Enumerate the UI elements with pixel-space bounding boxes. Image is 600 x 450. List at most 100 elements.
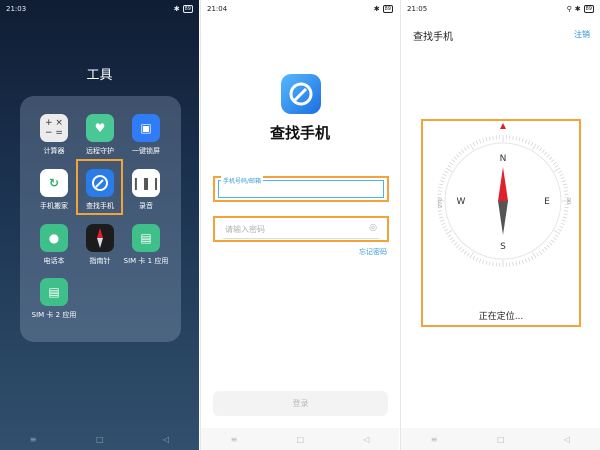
compass-tick bbox=[561, 219, 566, 222]
compass-tick bbox=[437, 210, 442, 212]
compass-tick bbox=[564, 210, 569, 212]
app-calculator[interactable]: + × − = 计算器 bbox=[31, 114, 77, 156]
compass-tick bbox=[453, 156, 458, 160]
needle-south bbox=[498, 201, 508, 235]
compass-w: W bbox=[457, 197, 466, 207]
app-recorder[interactable]: ❘❙❚❙❘ 录音 bbox=[121, 169, 171, 211]
nav-bar: ≡ □ ◁ bbox=[0, 428, 199, 450]
compass-tick bbox=[439, 183, 444, 186]
compass-tick bbox=[438, 213, 443, 216]
home-nav-icon[interactable]: □ bbox=[296, 435, 304, 444]
compass-n: N bbox=[500, 154, 507, 164]
app-sim2[interactable]: ▤ SIM 卡 2 应用 bbox=[31, 278, 77, 320]
compass-tick bbox=[559, 225, 564, 229]
compass-tick bbox=[447, 234, 452, 238]
location-icon: ⚲ bbox=[566, 5, 572, 13]
compass-tick bbox=[440, 180, 445, 183]
compass-tick bbox=[518, 260, 521, 265]
compass-degree-270: 270 bbox=[438, 198, 444, 208]
screen-locating: 21:05 ⚲ ✱ 89 查找手机 注销 N S E W 270 90 正在定位… bbox=[400, 0, 600, 450]
locating-status: 正在定位... bbox=[478, 312, 524, 322]
compass-tick bbox=[530, 142, 534, 146]
compass-tick bbox=[558, 228, 562, 232]
compass-tick bbox=[451, 159, 456, 163]
app-compass[interactable]: 指南针 bbox=[77, 224, 123, 266]
menu-nav-icon[interactable]: ≡ bbox=[30, 435, 37, 444]
compass-tick bbox=[521, 259, 524, 264]
home-nav-icon[interactable]: □ bbox=[497, 435, 505, 444]
back-nav-icon[interactable]: ◁ bbox=[363, 435, 369, 444]
compass-tick bbox=[527, 257, 531, 262]
app-phone-clone[interactable]: ↻ 手机搬家 bbox=[31, 169, 77, 211]
bluetooth-icon: ✱ bbox=[574, 5, 581, 13]
logout-button[interactable]: 注销 bbox=[574, 29, 590, 40]
app-lock-screen[interactable]: ▣ 一键锁屏 bbox=[123, 114, 169, 156]
compass-tick bbox=[560, 222, 565, 225]
compass-tick bbox=[532, 251, 537, 259]
compass-app-icon bbox=[86, 224, 114, 252]
compass-tick bbox=[463, 147, 467, 152]
menu-nav-icon[interactable]: ≡ bbox=[431, 435, 438, 444]
compass-tick bbox=[442, 225, 447, 229]
compass-tick bbox=[492, 262, 494, 267]
highlight-find-phone bbox=[76, 159, 123, 215]
compass-tick bbox=[458, 151, 462, 156]
compass-tick bbox=[461, 248, 465, 253]
compass-tick bbox=[479, 139, 482, 144]
compass-tick bbox=[527, 140, 531, 145]
app-contacts[interactable]: ● 电话本 bbox=[31, 224, 77, 266]
compass-tick bbox=[563, 186, 568, 189]
back-nav-icon[interactable]: ◁ bbox=[163, 435, 169, 444]
compass-e: E bbox=[544, 197, 550, 207]
compass-tick bbox=[530, 256, 534, 260]
password-field[interactable]: 请输入密码 ◎ bbox=[213, 216, 389, 242]
compass-tick bbox=[512, 135, 514, 140]
compass-tick bbox=[456, 154, 460, 158]
status-time: 21:05 bbox=[407, 5, 428, 13]
compass-tick bbox=[561, 180, 566, 183]
compass-tick bbox=[544, 246, 548, 251]
compass-tick bbox=[482, 259, 485, 264]
compass-tick bbox=[564, 190, 569, 192]
account-field[interactable]: 手机号码/邮箱 bbox=[213, 176, 389, 202]
app-remote-guard[interactable]: ♥ 远程守护 bbox=[77, 114, 123, 156]
status-bar: 21:03 ✱ 89 bbox=[0, 0, 199, 18]
compass-tick bbox=[488, 261, 491, 266]
eye-icon[interactable]: ◎ bbox=[369, 223, 377, 233]
needle-north bbox=[498, 167, 508, 201]
menu-nav-icon[interactable]: ≡ bbox=[231, 435, 238, 444]
compass-tick bbox=[439, 216, 444, 219]
compass-tick bbox=[485, 137, 488, 142]
compass-tick bbox=[482, 138, 485, 143]
app-folder: + × − = 计算器 ♥ 远程守护 ▣ 一键锁屏 ↻ 手机搬家 查找手机 ❘❙❚… bbox=[20, 96, 181, 342]
compass-tick bbox=[441, 222, 446, 225]
page-title: 查找手机 bbox=[269, 124, 330, 142]
bluetooth-icon: ✱ bbox=[173, 5, 180, 13]
compass-tick bbox=[539, 147, 543, 152]
compass-tick bbox=[466, 252, 470, 257]
compass-tick bbox=[563, 213, 568, 216]
compass-tick bbox=[554, 234, 559, 238]
compass-tick bbox=[466, 145, 470, 150]
compass-tick bbox=[541, 149, 545, 154]
compass-tick bbox=[449, 161, 454, 165]
compass-tick bbox=[560, 177, 565, 180]
compass-tick bbox=[536, 252, 540, 257]
compass-tick bbox=[546, 154, 550, 158]
compass-tick bbox=[458, 246, 462, 251]
lock-icon: ▣ bbox=[132, 114, 160, 142]
compass-tick bbox=[485, 260, 488, 265]
forgot-password-link[interactable]: 忘记密码 bbox=[359, 247, 387, 257]
nav-bar: ≡ □ ◁ bbox=[201, 428, 399, 450]
compass-tick bbox=[438, 186, 443, 189]
compass-tick bbox=[475, 140, 479, 145]
compass-tick bbox=[444, 170, 448, 174]
login-button[interactable]: 登录 bbox=[213, 391, 388, 416]
sim1-icon: ▤ bbox=[132, 224, 160, 252]
compass-tick bbox=[445, 230, 453, 235]
back-nav-icon[interactable]: ◁ bbox=[564, 435, 570, 444]
home-nav-icon[interactable]: □ bbox=[96, 435, 104, 444]
app-sim1[interactable]: ▤ SIM 卡 1 应用 bbox=[123, 224, 169, 266]
compass-tick bbox=[451, 239, 456, 243]
compass-tick bbox=[541, 248, 545, 253]
